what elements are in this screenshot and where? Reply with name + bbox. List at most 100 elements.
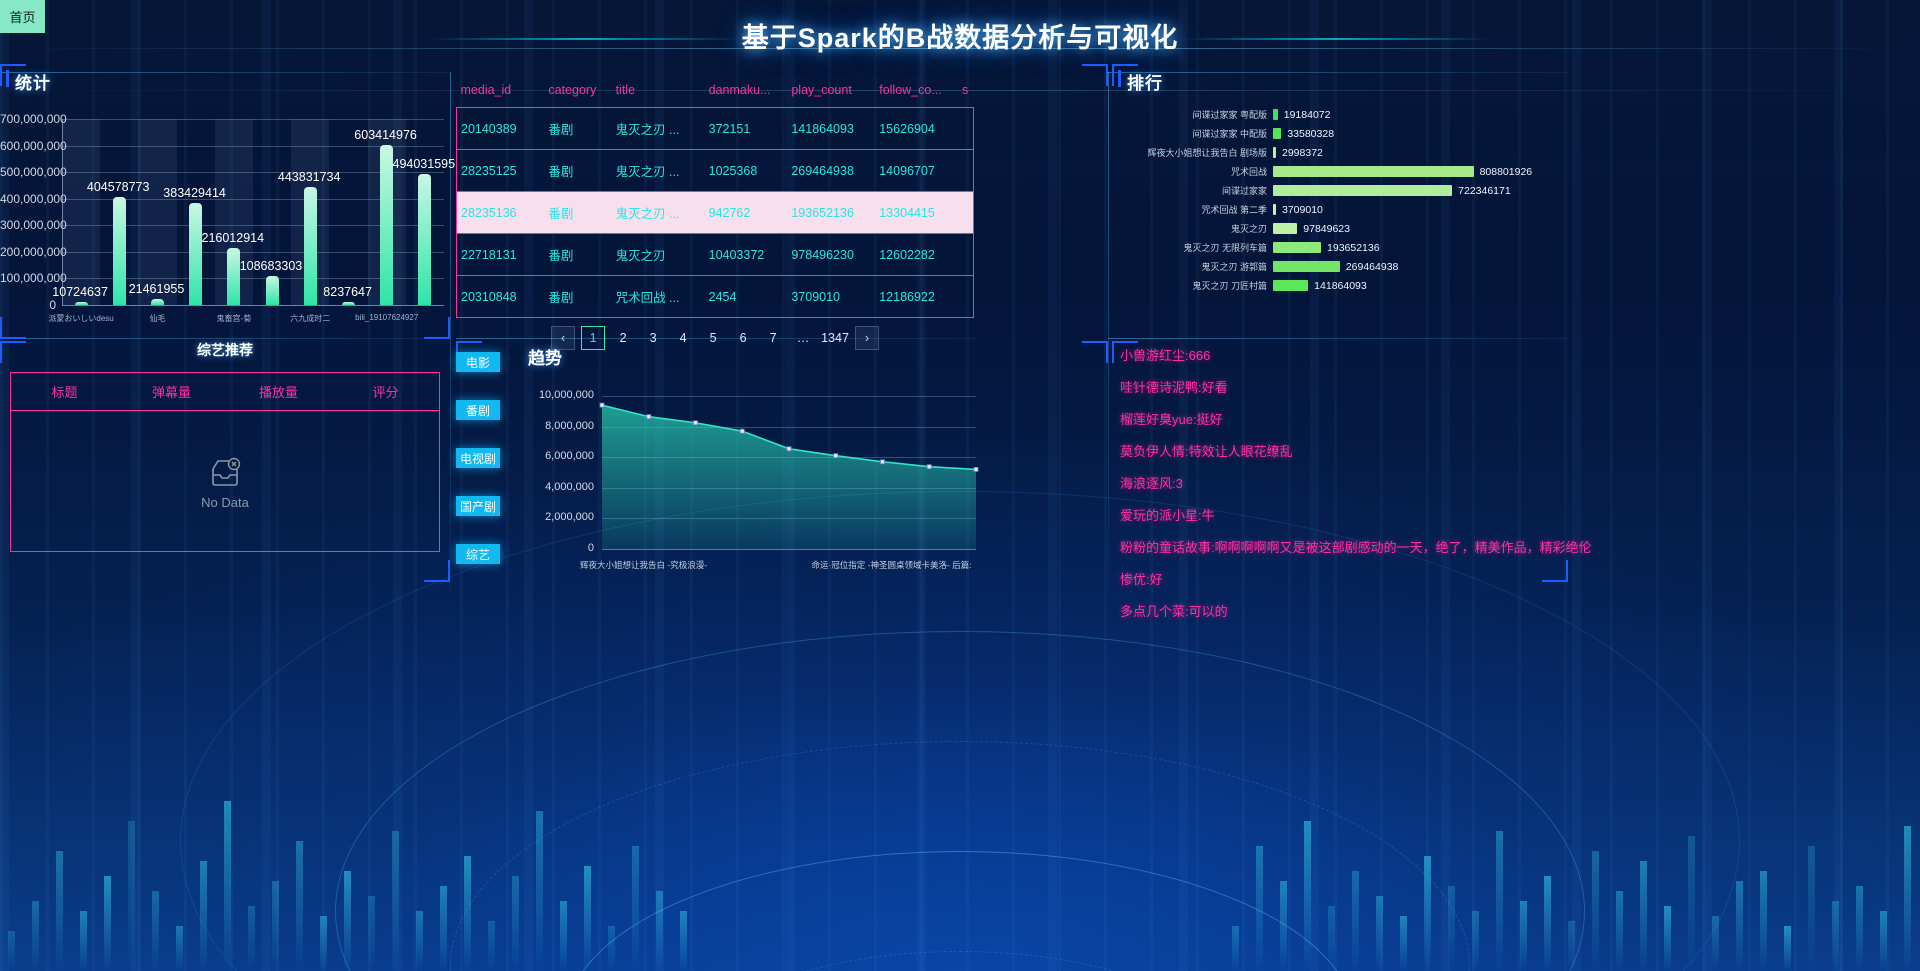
bar-value-label: 21461955 — [128, 282, 185, 297]
rank-value: 722346171 — [1458, 184, 1511, 197]
cell-title: 鬼灭之刃 ... — [615, 123, 680, 137]
rank-row: 鬼灭之刃 游郭篇 269464938 — [1108, 257, 1588, 276]
trend-category-0[interactable]: 电影 — [456, 352, 500, 372]
divider — [450, 72, 451, 592]
rank-row: 间谍过家家 722346171 — [1108, 181, 1588, 200]
x-axis-tick: 辉夜大小姐想让我告白 -究极浪漫- — [580, 560, 708, 570]
media-table: media_id category title danmaku... play_coun… — [456, 73, 974, 318]
rank-value: 19184072 — [1283, 108, 1331, 121]
table-header-row: media_id category title danmaku... play_coun… — [456, 73, 974, 108]
bar-value-label: 383429414 — [163, 186, 226, 201]
table-row[interactable]: 20310848 番剧 咒术回战 ... 2454 3709010 121869… — [456, 275, 974, 318]
variety-column-header[interactable]: 评分 — [332, 373, 439, 410]
rank-bar-chart: 间谍过家家 粤配版 19184072 间谍过家家 中配版 33580328 辉夜… — [1108, 73, 1588, 333]
divider — [0, 72, 450, 73]
rank-row: 鬼灭之刃 97849623 — [1108, 219, 1588, 238]
band-stripe — [62, 119, 101, 305]
rank-row: 咒术回战 第二季 3709010 — [1108, 200, 1588, 219]
panel-corner — [424, 317, 450, 339]
table-column-header[interactable]: play_count — [787, 73, 875, 108]
trend-panel: 趋势 电影 番剧 电视剧 国产剧 综艺 0 2,000,000 4,000,000 6,000… — [456, 340, 986, 590]
home-tab[interactable]: 首页 — [0, 0, 45, 33]
cell-category: 番剧 — [548, 291, 574, 305]
divider — [1108, 338, 1568, 339]
y-axis-tick: 600,000,000 — [0, 138, 67, 153]
bar-value-label: 494031595 — [392, 156, 456, 171]
rank-value: 193652136 — [1327, 241, 1380, 254]
table-body: 20140389 番剧 鬼灭之刃 ... 372151 141864093 15… — [456, 107, 974, 318]
cell-play-count: 141864093 — [791, 121, 854, 136]
trend-svg — [599, 402, 979, 549]
cell-follow-count: 14096707 — [879, 163, 935, 178]
rank-row: 间谍过家家 中配版 33580328 — [1108, 124, 1588, 143]
table-row[interactable]: 28235136 番剧 鬼灭之刃 ... 942762 193652136 13… — [456, 191, 974, 234]
rank-label: 鬼灭之刃 刀匠村篇 — [1192, 281, 1267, 291]
variety-column-header[interactable]: 播放量 — [225, 373, 332, 410]
trend-category-1[interactable]: 番剧 — [456, 400, 500, 420]
bar — [227, 247, 241, 305]
comment-item: 粉粉的童话故事:啊啊啊啊啊又是被这部剧感动的一天，绝了，精美作品，精彩绝伦 — [1120, 540, 1592, 555]
table-column-header[interactable]: follow_co... — [875, 73, 958, 108]
rank-value: 2998372 — [1282, 146, 1323, 159]
cell-extra — [958, 234, 974, 276]
cell-media-id: 20140389 — [461, 121, 517, 136]
rank-row: 咒术回战 808801926 — [1108, 162, 1588, 181]
cell-title: 鬼灭之刃 ... — [615, 207, 680, 221]
x-axis-tick: 命运·冠位指定 -神圣圆桌领域卡美洛- 后篇: — [811, 560, 972, 570]
rank-bar — [1273, 242, 1322, 253]
cell-extra — [958, 192, 974, 234]
rank-bar — [1273, 261, 1340, 272]
cell-media-id: 20310848 — [461, 289, 517, 304]
rank-label: 辉夜大小姐想让我告白 剧场版 — [1147, 148, 1267, 158]
rank-row: 辉夜大小姐想让我告白 剧场版 2998372 — [1108, 143, 1588, 162]
cell-extra — [958, 108, 974, 150]
rank-label: 鬼灭之刃 无限列车篇 — [1183, 243, 1267, 253]
bar-value-label: 108683303 — [239, 259, 303, 274]
trend-category-4[interactable]: 综艺 — [456, 544, 500, 564]
table-column-header[interactable]: media_id — [457, 73, 545, 108]
rank-label: 间谍过家家 中配版 — [1192, 129, 1267, 139]
bar-value-label: 443831734 — [277, 170, 341, 185]
bar-value-label: 10724637 — [52, 285, 108, 299]
bar-value-label: 603414976 — [354, 127, 417, 142]
cell-follow-count: 12186922 — [879, 289, 935, 304]
variety-title: 综艺推荐 — [197, 342, 253, 358]
table-column-header[interactable]: category — [544, 73, 611, 108]
table-column-header[interactable]: s — [958, 73, 974, 108]
rank-label: 咒术回战 — [1230, 167, 1267, 177]
bar — [380, 144, 394, 305]
table-column-header[interactable]: danmaku... — [705, 73, 788, 108]
y-axis-tick: 400,000,000 — [0, 191, 67, 206]
cell-danmaku: 10403372 — [708, 247, 765, 262]
rank-value: 808801926 — [1479, 165, 1533, 178]
table-column-header[interactable]: title — [612, 73, 705, 108]
x-axis-tick: bili_19107624927 — [355, 313, 419, 322]
rank-value: 97849623 — [1303, 222, 1350, 235]
bar-value-label: 216012914 — [201, 230, 265, 245]
table-row[interactable]: 22718131 番剧 鬼灭之刃 10403372 978496230 1260… — [456, 233, 974, 276]
variety-empty-state: No Data — [11, 415, 439, 551]
trend-category-2[interactable]: 电视剧 — [456, 448, 500, 468]
bar — [303, 187, 317, 305]
empty-box-icon — [212, 457, 241, 486]
rank-value: 33580328 — [1287, 127, 1335, 140]
cell-media-id: 28235125 — [461, 163, 517, 178]
trend-title: 趋势 — [528, 349, 562, 368]
cell-follow-count: 12602282 — [879, 247, 935, 262]
rank-row: 鬼灭之刃 无限列车篇 193652136 — [1108, 238, 1588, 257]
cell-category: 番剧 — [548, 207, 574, 221]
cell-category: 番剧 — [548, 165, 574, 179]
y-axis-tick: 200,000,000 — [0, 244, 67, 259]
trend-category-3[interactable]: 国产剧 — [456, 496, 500, 516]
bar — [74, 302, 88, 305]
rank-bar — [1273, 185, 1453, 196]
table-row[interactable]: 20140389 番剧 鬼灭之刃 ... 372151 141864093 15… — [456, 107, 974, 150]
variety-table: 标题 弹幕量 播放量 评分 No Data — [10, 372, 440, 552]
variety-table-header: 标题 弹幕量 播放量 评分 — [11, 373, 439, 411]
bar — [265, 276, 279, 305]
table-row[interactable]: 28235125 番剧 鬼灭之刃 ... 1025368 269464938 1… — [456, 149, 974, 192]
variety-column-header[interactable]: 弹幕量 — [118, 373, 225, 410]
variety-column-header[interactable]: 标题 — [11, 373, 118, 410]
rank-bar — [1273, 280, 1309, 291]
y-axis-tick: 0 — [49, 298, 56, 312]
